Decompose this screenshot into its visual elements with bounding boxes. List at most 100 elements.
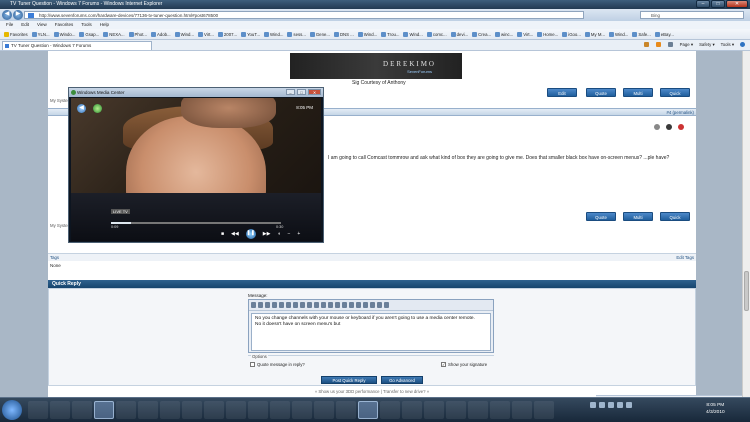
- tray-icon[interactable]: [599, 402, 605, 408]
- favorite-item[interactable]: Gsap...: [79, 31, 99, 37]
- mc-close-button[interactable]: ✕: [308, 89, 321, 95]
- favorite-item[interactable]: Phot...: [128, 31, 147, 37]
- tools-menu[interactable]: Tools ▾: [721, 42, 734, 48]
- edit-button[interactable]: Edit: [547, 88, 577, 97]
- ordered-list-icon[interactable]: [300, 302, 305, 308]
- video-icon[interactable]: [377, 302, 382, 308]
- favorite-item[interactable]: Virt...: [197, 31, 214, 37]
- multi-quote-button[interactable]: Multi: [623, 88, 653, 97]
- favorite-item[interactable]: YouT...: [241, 31, 260, 37]
- taskbar-app-icon[interactable]: [248, 401, 268, 419]
- fast-forward-icon[interactable]: ▶▶: [263, 231, 271, 237]
- show-signature-checkbox[interactable]: ✓ Show your signature: [441, 362, 487, 367]
- post-quick-reply-button[interactable]: Post Quick Reply: [321, 376, 377, 384]
- favorite-item[interactable]: devi...: [450, 31, 468, 37]
- mc-maximize-button[interactable]: □: [297, 89, 306, 95]
- post-permalink[interactable]: #4 (permalink): [667, 110, 694, 115]
- favorite-item[interactable]: iGoo...: [562, 31, 581, 37]
- close-button[interactable]: ✕: [726, 0, 748, 8]
- align-center-icon[interactable]: [286, 302, 291, 308]
- favorite-item[interactable]: Wind...: [357, 31, 377, 37]
- taskbar-app-icon[interactable]: [292, 401, 312, 419]
- taskbar-ie-icon[interactable]: [358, 401, 378, 419]
- remove-format-icon[interactable]: [251, 302, 256, 308]
- favorite-item[interactable]: DNS ...: [333, 31, 354, 37]
- multi-quote-button[interactable]: Multi: [623, 212, 653, 221]
- quote-icon[interactable]: [349, 302, 354, 308]
- maximize-button[interactable]: □: [711, 0, 725, 8]
- favorite-item[interactable]: Home...: [537, 31, 558, 37]
- menu-favorites[interactable]: Favorites: [55, 21, 74, 29]
- feeds-icon[interactable]: [655, 42, 662, 48]
- italic-icon[interactable]: [265, 302, 270, 308]
- vertical-scrollbar[interactable]: [742, 51, 750, 397]
- quick-reply-button[interactable]: Quick: [660, 212, 690, 221]
- taskbar-app-icon[interactable]: [226, 401, 246, 419]
- taskbar-app-icon[interactable]: [490, 401, 510, 419]
- taskbar-app-icon[interactable]: [512, 401, 532, 419]
- mc-start-icon[interactable]: [93, 104, 102, 113]
- taskbar-app-icon[interactable]: [28, 401, 48, 419]
- taskbar-app-icon[interactable]: [402, 401, 422, 419]
- report-icon[interactable]: [678, 124, 684, 130]
- network-icon[interactable]: [617, 402, 623, 408]
- menu-view[interactable]: View: [37, 21, 47, 29]
- taskbar-app-icon[interactable]: [160, 401, 180, 419]
- bold-icon[interactable]: [258, 302, 263, 308]
- home-icon[interactable]: [643, 42, 650, 48]
- indent-icon[interactable]: [321, 302, 326, 308]
- browser-tab[interactable]: TV Tuner Question - Windows 7 Forums: [2, 41, 152, 50]
- start-button[interactable]: [2, 400, 22, 420]
- edit-tags-link[interactable]: Edit Tags: [676, 255, 694, 260]
- stop-icon[interactable]: ■: [221, 231, 224, 237]
- scroll-thumb[interactable]: [744, 271, 749, 311]
- volume-tray-icon[interactable]: [626, 402, 632, 408]
- quote-message-checkbox[interactable]: Quote message in reply?: [250, 362, 305, 367]
- favorite-item[interactable]: comc...: [426, 31, 447, 37]
- taskbar-app-icon[interactable]: [204, 401, 224, 419]
- favorite-item[interactable]: Gene...: [309, 31, 330, 37]
- taskbar-app-icon[interactable]: [534, 401, 554, 419]
- taskbar-app-icon[interactable]: [446, 401, 466, 419]
- smilies-icon[interactable]: [363, 302, 368, 308]
- mc-progress-bar[interactable]: [111, 222, 281, 224]
- switch-editor-icon[interactable]: [384, 302, 389, 308]
- taskbar-app-icon[interactable]: [336, 401, 356, 419]
- taskbar-app-icon[interactable]: [116, 401, 136, 419]
- taskbar-app-icon[interactable]: [270, 401, 290, 419]
- media-center-window[interactable]: Windows Media Center – □ ✕ ◀ 8:05 PM LIV…: [68, 87, 324, 243]
- favorites-button[interactable]: Favorites: [4, 31, 28, 37]
- favorite-item[interactable]: winc...: [495, 31, 513, 37]
- wrap-tags-icon[interactable]: [370, 302, 375, 308]
- go-advanced-button[interactable]: Go Advanced: [381, 376, 423, 384]
- quote-button[interactable]: Quote: [586, 88, 616, 97]
- favorite-item[interactable]: Windo...: [53, 31, 75, 37]
- favorite-item[interactable]: Wind...: [403, 31, 423, 37]
- taskbar-app-icon[interactable]: [182, 401, 202, 419]
- print-icon[interactable]: [667, 42, 674, 48]
- quote-button[interactable]: Quote: [586, 212, 616, 221]
- forward-icon[interactable]: ▶: [13, 10, 23, 20]
- favorite-item[interactable]: Wind...: [174, 31, 194, 37]
- safety-menu[interactable]: Safety ▾: [699, 42, 715, 48]
- rep-icon[interactable]: [666, 124, 672, 130]
- taskbar-app-icon[interactable]: [50, 401, 70, 419]
- favorite-item[interactable]: My M...: [584, 31, 605, 37]
- pause-icon[interactable]: ❚❚: [245, 229, 256, 239]
- favorite-item[interactable]: Adob...: [150, 31, 171, 37]
- taskbar-app-icon[interactable]: [380, 401, 400, 419]
- link-icon[interactable]: [328, 302, 333, 308]
- image-icon[interactable]: [342, 302, 347, 308]
- volume-up-icon[interactable]: +: [297, 231, 300, 237]
- menu-tools[interactable]: Tools: [81, 21, 92, 29]
- help-icon[interactable]: [740, 42, 746, 48]
- mc-minimize-button[interactable]: –: [286, 89, 295, 95]
- taskbar-media-center-icon[interactable]: [94, 401, 114, 419]
- menu-edit[interactable]: Edit: [21, 21, 29, 29]
- tray-icon[interactable]: [608, 402, 614, 408]
- align-left-icon[interactable]: [279, 302, 284, 308]
- favorite-item[interactable]: YLN...: [31, 31, 50, 37]
- minimize-button[interactable]: –: [696, 0, 710, 8]
- thread-navigation[interactable]: « Show us your 3DD performance | Transfe…: [48, 389, 696, 394]
- email-link-icon[interactable]: [335, 302, 340, 308]
